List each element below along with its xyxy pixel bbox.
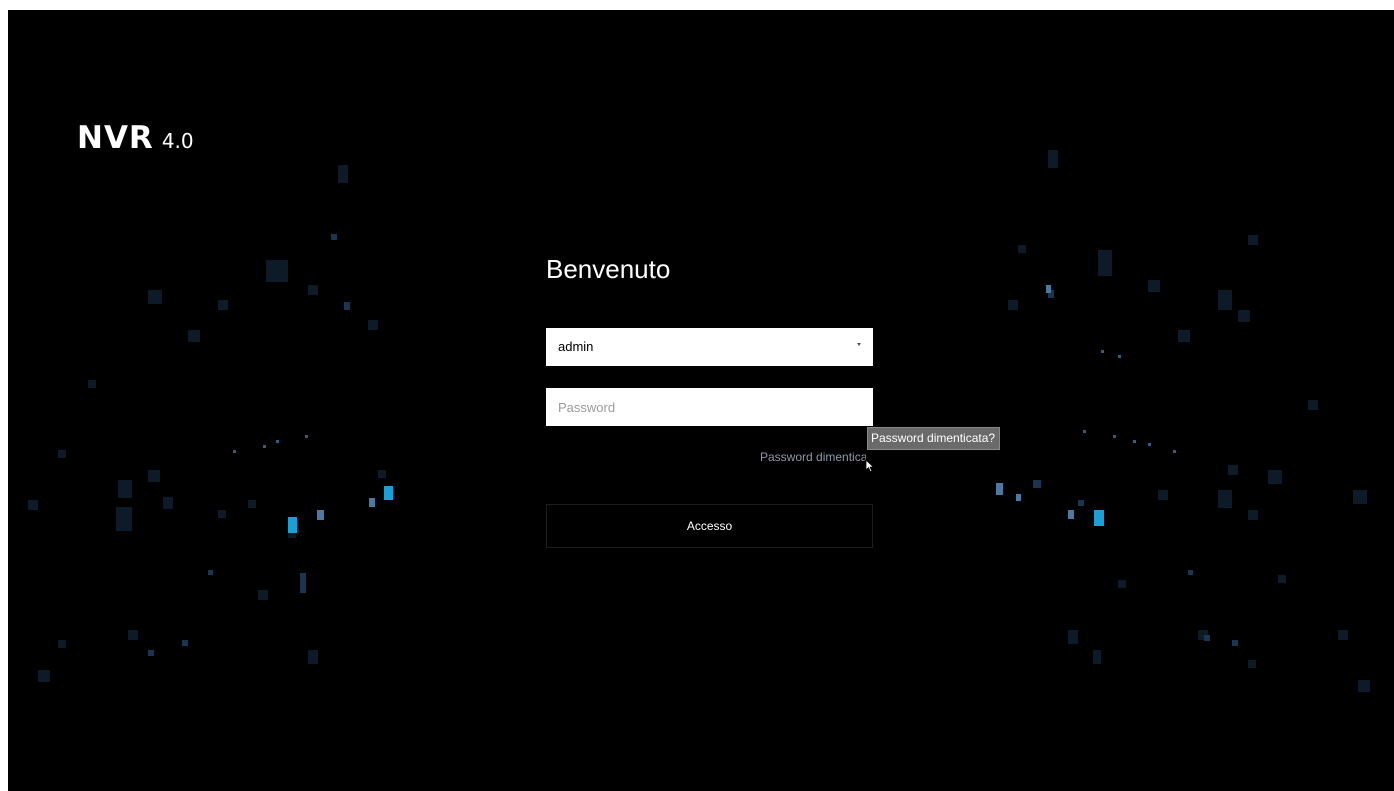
password-field[interactable] [546,388,873,426]
chevron-down-icon [857,343,861,346]
login-screen: NVR 4.0 Benvenuto admin Password dimenti… [8,10,1394,791]
username-select-value: admin [558,339,594,354]
brand-logo: NVR 4.0 [77,120,194,156]
brand-name: NVR [77,120,154,156]
brand-version: 4.0 [161,129,194,153]
forgot-password-tooltip: Password dimenticata? [867,427,1001,450]
mouse-pointer-icon [865,459,875,473]
forgot-password-link[interactable]: Password dimenticata? [760,450,866,464]
username-select[interactable]: admin [546,328,873,366]
welcome-heading: Benvenuto [546,254,671,284]
login-button[interactable]: Accesso [546,504,873,548]
